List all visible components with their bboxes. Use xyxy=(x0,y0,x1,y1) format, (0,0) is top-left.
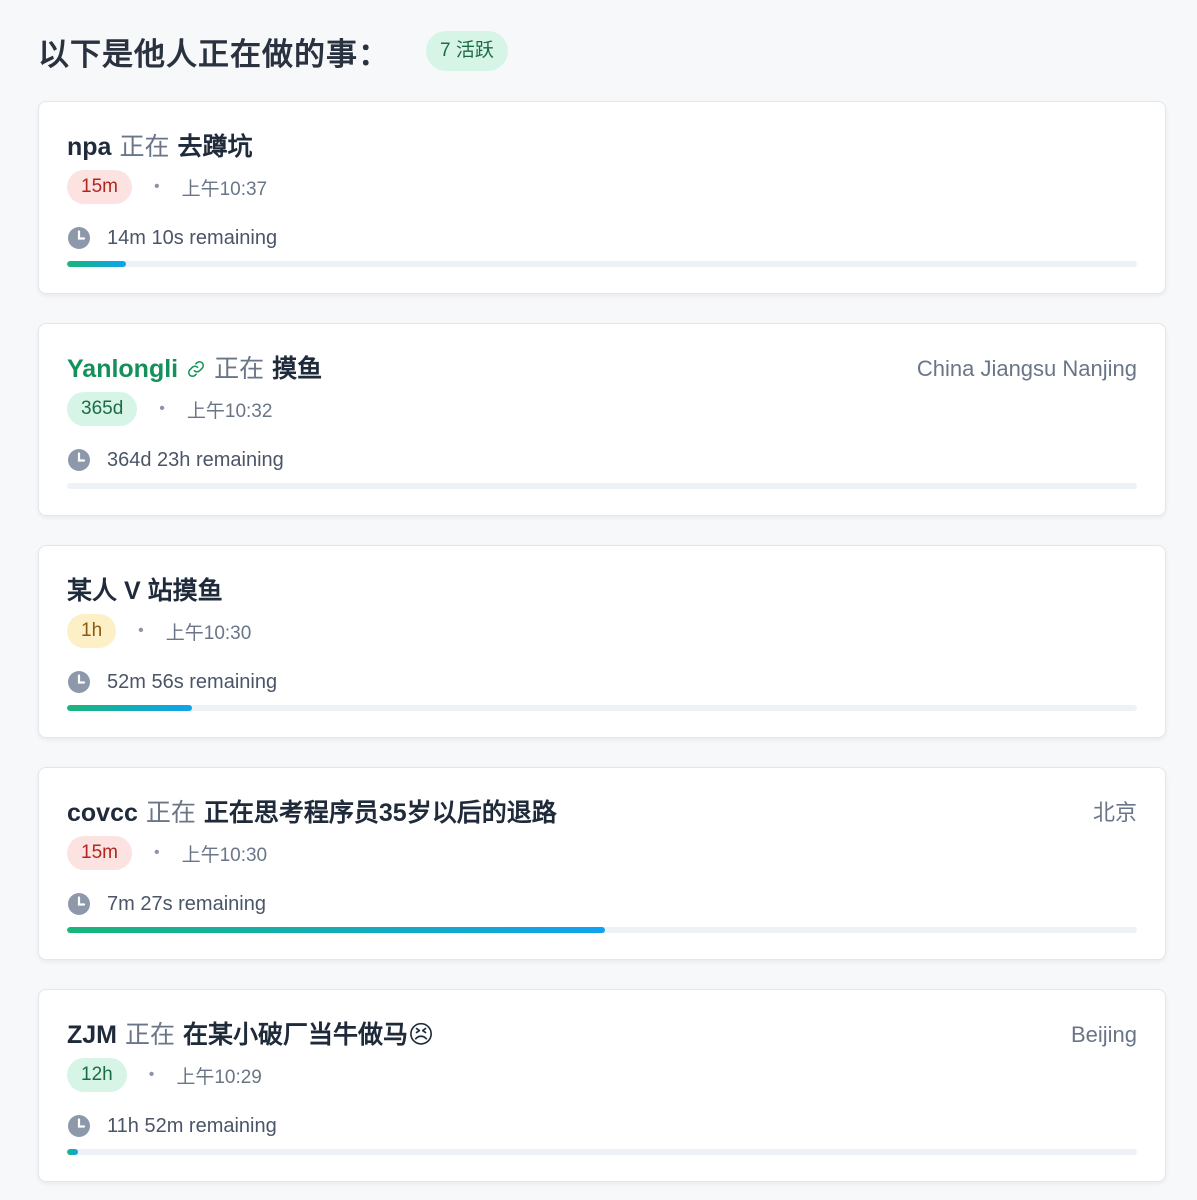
remaining-row: 7m 27s remaining xyxy=(67,890,266,918)
start-time: 上午10:32 xyxy=(186,400,273,422)
remaining-row: 11h 52m remaining xyxy=(67,1112,277,1140)
separator-dot: • xyxy=(153,178,160,195)
start-time: 上午10:30 xyxy=(165,622,252,644)
progress-bar xyxy=(67,705,1137,711)
activity-text: 摸鱼 xyxy=(272,355,323,383)
separator-dot: • xyxy=(153,844,160,861)
location-text: China Jiangsu Nanjing xyxy=(916,356,1137,381)
page-header: 以下是他人正在做的事： 7 活跃 xyxy=(38,28,508,74)
progress-bar xyxy=(67,483,1137,489)
separator-dot: • xyxy=(159,400,165,417)
status-verb: 正在 xyxy=(214,355,265,383)
meta-row: 1h • 上午10:30 xyxy=(67,614,251,648)
remaining-text: 7m 27s remaining xyxy=(107,892,266,915)
progress-bar xyxy=(67,1149,1137,1155)
clock-icon xyxy=(68,1115,90,1137)
start-time: 上午10:29 xyxy=(176,1066,262,1088)
remaining-text: 364d 23h remaining xyxy=(107,448,284,471)
card-title: Yanlongli 正在 摸鱼 xyxy=(67,352,322,386)
remaining-row: 364d 23h remaining xyxy=(67,446,284,474)
activity-card: 某人 V 站摸鱼 1h • 上午10:30 52m 56s remaining xyxy=(38,545,1166,738)
progress-fill xyxy=(67,261,126,267)
clock-icon xyxy=(68,227,90,249)
active-count-badge: 7 活跃 xyxy=(426,31,508,71)
duration-badge: 15m xyxy=(67,170,132,204)
clock-icon xyxy=(68,893,90,915)
separator-dot: • xyxy=(148,1066,155,1083)
activity-text: 在某小破厂当牛做马😣 xyxy=(183,1021,435,1049)
progress-bar xyxy=(67,927,1137,933)
activity-text: 去蹲坑 xyxy=(177,133,253,161)
separator-dot: • xyxy=(138,622,144,639)
user-name: covcc xyxy=(67,799,138,827)
location-text: 北京 xyxy=(1092,800,1137,825)
card-title: covcc 正在 正在思考程序员35岁以后的退路 xyxy=(67,796,557,830)
clock-icon xyxy=(68,449,90,471)
card-title: ZJM 正在 在某小破厂当牛做马😣 xyxy=(67,1018,434,1052)
progress-fill xyxy=(67,1149,78,1155)
start-time: 上午10:37 xyxy=(181,178,268,200)
progress-bar xyxy=(67,261,1137,267)
clock-icon xyxy=(68,671,90,693)
duration-badge: 365d xyxy=(67,392,138,426)
remaining-row: 14m 10s remaining xyxy=(67,224,277,252)
duration-badge: 15m xyxy=(67,836,132,870)
activity-card: ZJM 正在 在某小破厂当牛做马😣 Beijing 12h • 上午10:29 … xyxy=(38,989,1166,1182)
activity-card: Yanlongli 正在 摸鱼 China Jiangsu Nanjing 36… xyxy=(38,323,1166,516)
progress-fill xyxy=(67,927,606,933)
user-name: ZJM xyxy=(67,1021,117,1049)
user-name-link[interactable]: Yanlongli xyxy=(67,352,178,386)
link-icon[interactable] xyxy=(186,359,206,379)
meta-row: 365d • 上午10:32 xyxy=(67,392,272,426)
activity-text: 某人 V 站摸鱼 xyxy=(67,577,223,605)
start-time: 上午10:30 xyxy=(181,844,268,866)
page-title: 以下是他人正在做的事： xyxy=(38,36,390,72)
progress-fill xyxy=(67,705,193,711)
card-title: 某人 V 站摸鱼 xyxy=(67,574,223,608)
activity-card: covcc 正在 正在思考程序员35岁以后的退路 北京 15m • 上午10:3… xyxy=(38,767,1166,960)
duration-badge: 12h xyxy=(67,1058,127,1092)
activity-text: 正在思考程序员35岁以后的退路 xyxy=(203,799,557,827)
remaining-text: 52m 56s remaining xyxy=(107,670,278,693)
location-text: Beijing xyxy=(1070,1022,1137,1047)
remaining-text: 11h 52m remaining xyxy=(107,1114,277,1137)
meta-row: 15m • 上午10:30 xyxy=(67,836,267,870)
activity-card: npa 正在 去蹲坑 15m • 上午10:37 14m 10s remaini… xyxy=(38,101,1166,294)
duration-badge: 1h xyxy=(67,614,117,648)
status-verb: 正在 xyxy=(119,133,170,161)
status-verb: 正在 xyxy=(145,799,196,827)
card-title: npa 正在 去蹲坑 xyxy=(67,130,252,164)
meta-row: 15m • 上午10:37 xyxy=(67,170,267,204)
status-verb: 正在 xyxy=(125,1021,176,1049)
meta-row: 12h • 上午10:29 xyxy=(67,1058,262,1092)
remaining-row: 52m 56s remaining xyxy=(67,668,277,696)
remaining-text: 14m 10s remaining xyxy=(107,226,278,249)
user-name: npa xyxy=(67,133,112,161)
